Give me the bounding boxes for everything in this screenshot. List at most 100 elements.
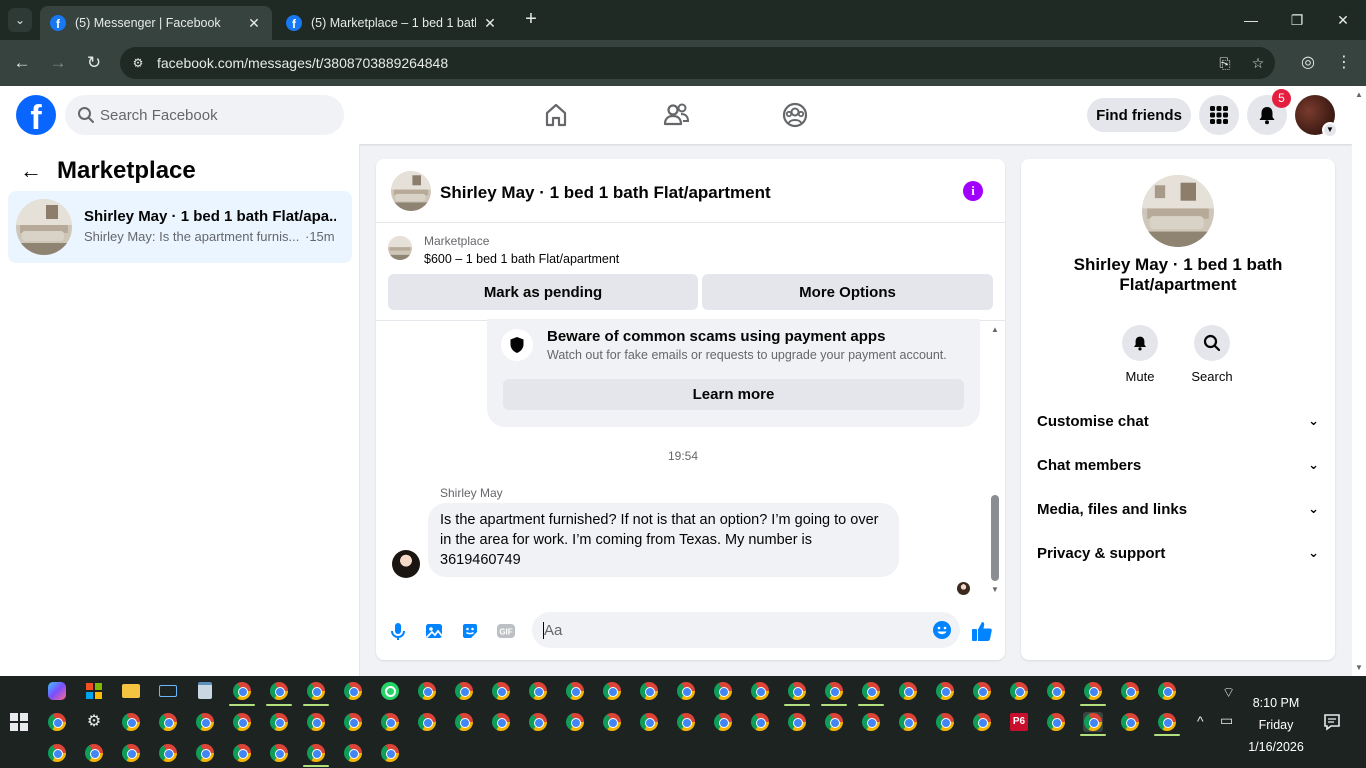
chat-thumbnail[interactable] bbox=[391, 171, 431, 211]
tab-messenger[interactable]: f (5) Messenger | Facebook ✕ bbox=[40, 6, 272, 40]
chrome-icon[interactable] bbox=[713, 712, 733, 732]
file-explorer-icon[interactable] bbox=[121, 681, 141, 701]
chrome-icon[interactable] bbox=[380, 712, 400, 732]
chrome-icon[interactable] bbox=[1120, 681, 1140, 701]
chrome-icon[interactable] bbox=[528, 681, 548, 701]
groups-icon[interactable] bbox=[780, 100, 810, 130]
gif-icon[interactable]: GIF bbox=[494, 619, 518, 643]
chrome-icon[interactable] bbox=[1046, 712, 1066, 732]
minimize-button[interactable]: — bbox=[1236, 8, 1266, 32]
chrome-icon[interactable] bbox=[565, 712, 585, 732]
chrome-icon[interactable] bbox=[158, 743, 178, 763]
profile-icon[interactable]: ◎ bbox=[1296, 51, 1320, 75]
chrome-icon[interactable] bbox=[195, 712, 215, 732]
chrome-icon[interactable] bbox=[380, 743, 400, 763]
chrome-icon[interactable] bbox=[343, 712, 363, 732]
new-tab-button[interactable]: + bbox=[520, 8, 542, 32]
chrome-icon[interactable] bbox=[417, 681, 437, 701]
chrome-icon[interactable] bbox=[158, 712, 178, 732]
chrome-icon[interactable] bbox=[417, 712, 437, 732]
customise-chat-section[interactable]: Customise chat ⌄ bbox=[1029, 399, 1327, 443]
back-button[interactable]: ← bbox=[10, 51, 34, 75]
menu-button[interactable] bbox=[1199, 95, 1239, 135]
sticker-icon[interactable] bbox=[458, 619, 482, 643]
settings-gear-icon[interactable]: ⚙ bbox=[84, 712, 104, 732]
tab-close-icon[interactable]: ✕ bbox=[482, 15, 498, 32]
chrome-icon[interactable] bbox=[232, 712, 252, 732]
scrollbar-thumb[interactable] bbox=[991, 495, 999, 581]
chrome-icon[interactable] bbox=[269, 743, 289, 763]
restore-button[interactable]: ❐ bbox=[1282, 8, 1312, 32]
notification-center-icon[interactable] bbox=[1323, 713, 1343, 731]
scroll-up-arrow-icon[interactable]: ▲ bbox=[1355, 90, 1363, 99]
microsoft-store-icon[interactable] bbox=[84, 681, 104, 701]
chrome-icon[interactable] bbox=[898, 681, 918, 701]
chrome-icon[interactable] bbox=[47, 712, 67, 732]
chrome-icon[interactable] bbox=[750, 712, 770, 732]
chrome-icon[interactable] bbox=[861, 681, 881, 701]
chrome-icon[interactable] bbox=[639, 712, 659, 732]
system-clock[interactable]: 8:10 PM Friday 1/16/2026 bbox=[1238, 692, 1314, 758]
chrome-icon[interactable] bbox=[1083, 712, 1103, 732]
home-icon[interactable] bbox=[541, 100, 571, 130]
p6-app-icon[interactable]: P6 bbox=[1009, 712, 1029, 732]
chrome-icon[interactable] bbox=[861, 712, 881, 732]
privacy-support-section[interactable]: Privacy & support ⌄ bbox=[1029, 531, 1327, 575]
conversation-item[interactable]: Shirley May · 1 bed 1 bath Flat/apa... S… bbox=[8, 191, 352, 263]
like-thumbs-up-icon[interactable] bbox=[970, 619, 994, 643]
learn-more-button[interactable]: Learn more bbox=[503, 379, 964, 410]
chrome-icon[interactable] bbox=[1009, 681, 1029, 701]
chrome-icon[interactable] bbox=[1046, 681, 1066, 701]
find-friends-button[interactable]: Find friends bbox=[1087, 98, 1191, 132]
mute-button[interactable]: Mute bbox=[1112, 325, 1168, 384]
chrome-icon[interactable] bbox=[343, 681, 363, 701]
chat-title[interactable]: Shirley May · 1 bed 1 bath Flat/apartmen… bbox=[440, 183, 771, 203]
chrome-icon[interactable] bbox=[565, 681, 585, 701]
message-bubble[interactable]: Is the apartment furnished? If not is th… bbox=[428, 503, 899, 577]
facebook-search[interactable] bbox=[65, 95, 344, 135]
chrome-icon[interactable] bbox=[454, 712, 474, 732]
chat-scrollbar[interactable]: ▲ ▼ bbox=[988, 323, 1002, 598]
forward-button[interactable]: → bbox=[46, 51, 70, 75]
chrome-icon[interactable] bbox=[750, 681, 770, 701]
info-icon[interactable]: i bbox=[963, 181, 983, 201]
chrome-icon[interactable] bbox=[306, 712, 326, 732]
message-input[interactable] bbox=[544, 612, 924, 648]
chrome-icon[interactable] bbox=[824, 681, 844, 701]
chrome-icon[interactable] bbox=[232, 743, 252, 763]
chrome-icon[interactable] bbox=[787, 712, 807, 732]
chrome-icon[interactable] bbox=[639, 681, 659, 701]
emoji-icon[interactable] bbox=[932, 620, 952, 640]
chrome-icon[interactable] bbox=[676, 712, 696, 732]
scroll-up-arrow-icon[interactable]: ▲ bbox=[991, 325, 999, 334]
chrome-icon[interactable] bbox=[528, 712, 548, 732]
chrome-icon[interactable] bbox=[84, 743, 104, 763]
battery-icon[interactable]: ▭ bbox=[1220, 712, 1233, 729]
chat-members-section[interactable]: Chat members ⌄ bbox=[1029, 443, 1327, 487]
chrome-icon[interactable] bbox=[602, 681, 622, 701]
keyboard-icon[interactable] bbox=[158, 681, 178, 701]
tab-search-button[interactable]: ⌄ bbox=[8, 8, 32, 32]
copilot-icon[interactable] bbox=[47, 681, 67, 701]
scroll-down-arrow-icon[interactable]: ▼ bbox=[991, 585, 999, 594]
chrome-menu-icon[interactable]: ⋮ bbox=[1332, 51, 1356, 75]
chrome-icon[interactable] bbox=[972, 681, 992, 701]
page-scrollbar[interactable]: ▲ ▼ bbox=[1352, 86, 1366, 676]
chrome-icon[interactable] bbox=[713, 681, 733, 701]
chrome-icon[interactable] bbox=[787, 681, 807, 701]
search-in-chat-button[interactable]: Search bbox=[1184, 325, 1240, 384]
site-info-icon[interactable]: ⚙ bbox=[128, 53, 148, 73]
bookmark-star-icon[interactable]: ☆ bbox=[1248, 53, 1268, 73]
whatsapp-icon[interactable] bbox=[380, 681, 400, 701]
chrome-icon[interactable] bbox=[269, 681, 289, 701]
address-bar[interactable]: ⚙ facebook.com/messages/t/38087038892648… bbox=[120, 47, 1275, 79]
chrome-icon[interactable] bbox=[898, 712, 918, 732]
chrome-icon[interactable] bbox=[1120, 712, 1140, 732]
close-window-button[interactable]: ✕ bbox=[1328, 8, 1358, 32]
notepad-icon[interactable] bbox=[195, 681, 215, 701]
message-input-box[interactable] bbox=[532, 612, 960, 648]
url-text[interactable]: facebook.com/messages/t/3808703889264848 bbox=[157, 55, 448, 71]
chrome-icon[interactable] bbox=[121, 743, 141, 763]
search-input[interactable] bbox=[100, 95, 330, 135]
facebook-logo-icon[interactable]: f bbox=[16, 95, 56, 135]
